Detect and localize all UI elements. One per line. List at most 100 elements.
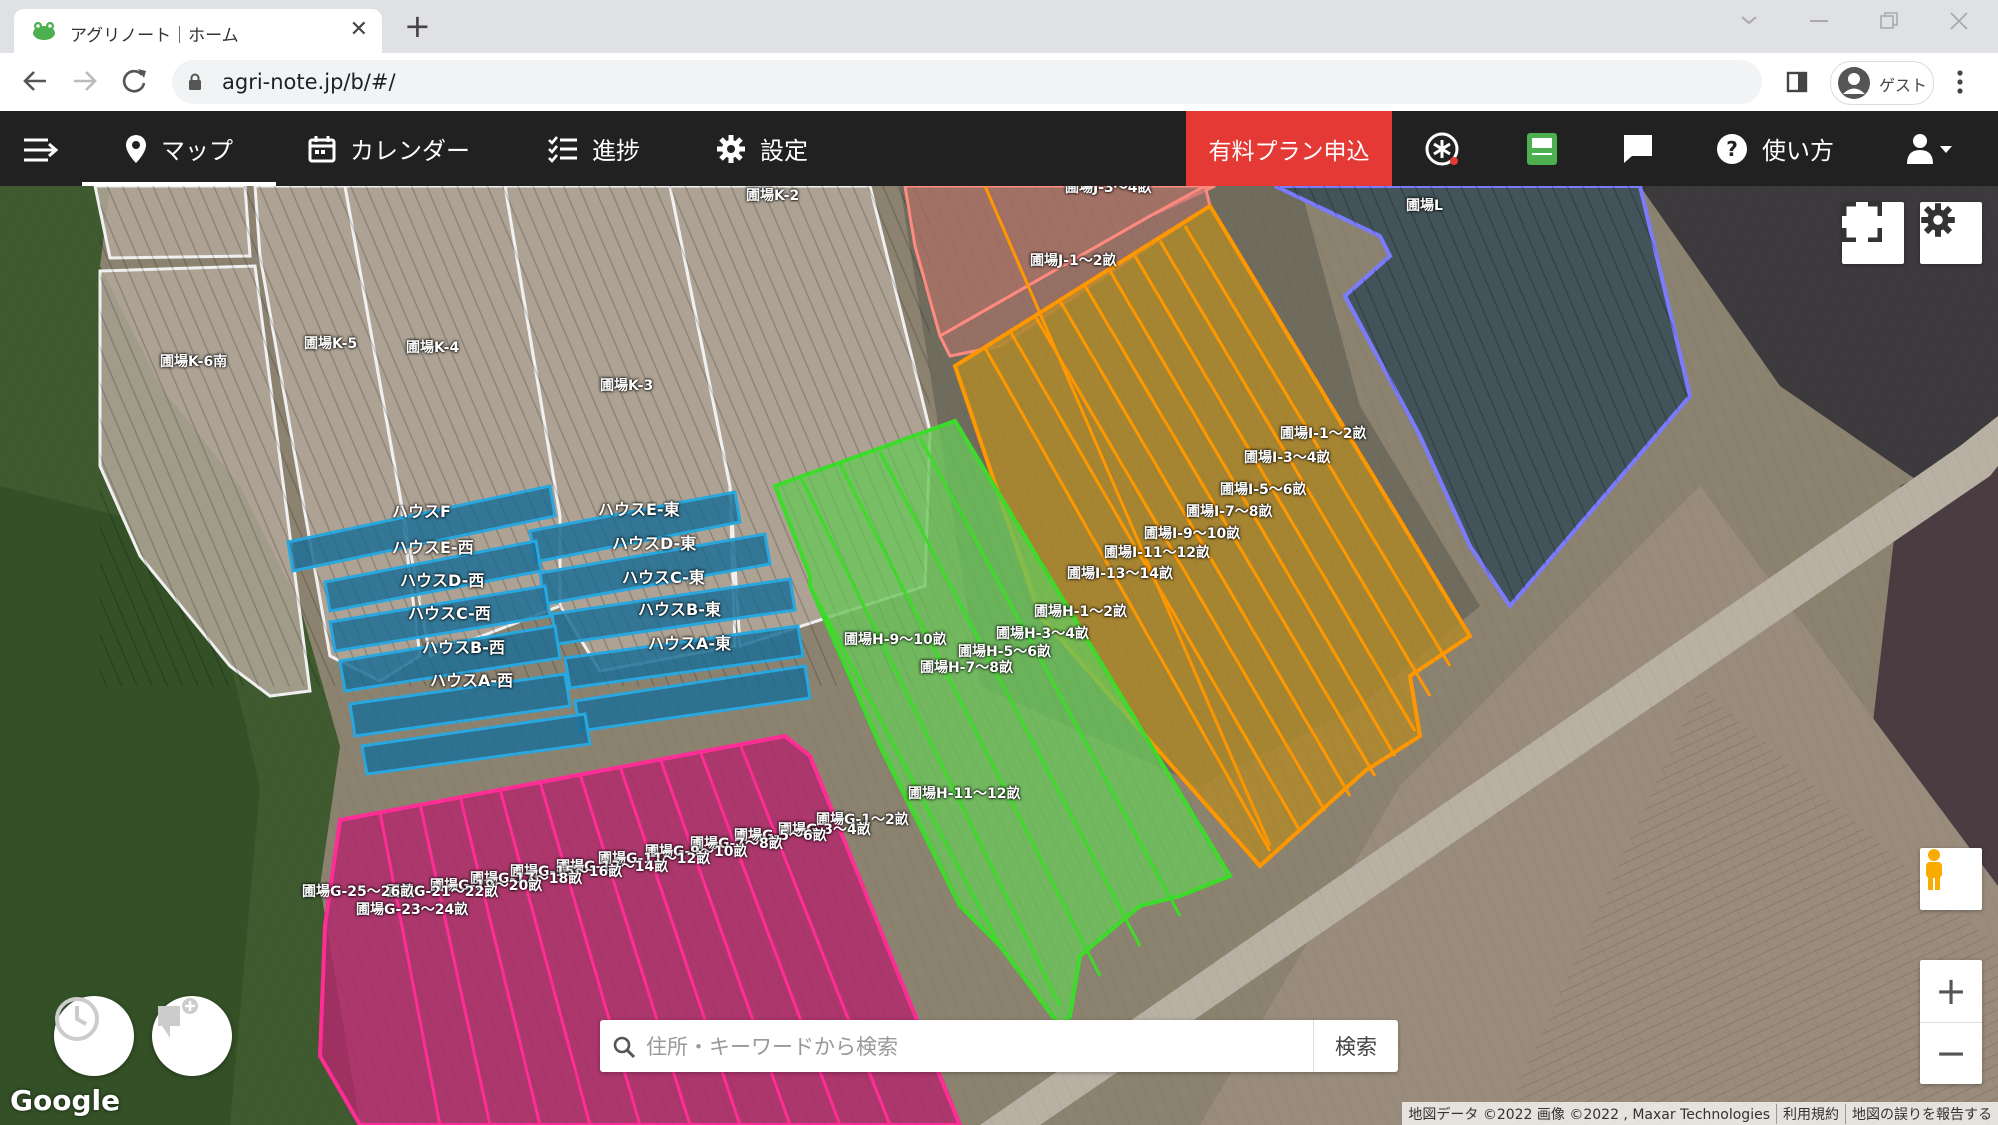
restore-icon[interactable] [1880, 12, 1898, 30]
nav-settings[interactable]: 設定 [716, 111, 808, 186]
forward-icon[interactable] [72, 69, 98, 93]
field-label: 圃場H-11〜12畝 [908, 786, 1021, 802]
map-search-box: 検索 [600, 1020, 1398, 1074]
field-label: 圃場H-5〜6畝 [958, 644, 1052, 660]
report-error-link[interactable]: 地図の誤りを報告する [1846, 1104, 1998, 1124]
nav-diary-button[interactable] [1524, 111, 1560, 186]
nav-progress[interactable]: 進捗 [548, 111, 640, 186]
field-label: ハウスD-東 [612, 534, 697, 553]
map-pin-icon [126, 134, 146, 163]
profile-label: ゲスト [1879, 76, 1928, 95]
terms-link[interactable]: 利用規約 [1777, 1103, 1846, 1124]
field-label: 圃場I-7〜8畝 [1186, 504, 1273, 520]
zoom-in-button[interactable]: + [1920, 960, 1982, 1023]
nav-chat-button[interactable] [1622, 111, 1654, 186]
field-label: 圃場I-3〜4畝 [1244, 450, 1331, 466]
field-label: 圃場K-5 [304, 336, 358, 352]
side-panel-icon[interactable] [1786, 71, 1808, 93]
field-label: ハウスD-西 [400, 571, 485, 590]
field-label: 圃場I-9〜10畝 [1144, 526, 1241, 542]
field-label: 圃場K-3 [600, 378, 654, 394]
field-label: 圃場H-1〜2畝 [1034, 604, 1128, 620]
add-field-icon [158, 998, 198, 1038]
field-label: 圃場J-3〜4畝 [1065, 186, 1152, 196]
tab-search-icon[interactable] [1740, 14, 1758, 26]
field-label: 圃場K-4 [406, 340, 460, 356]
field-label: ハウスB-西 [422, 638, 505, 657]
profile-button[interactable]: ゲスト [1830, 61, 1934, 105]
checklist-icon [548, 135, 577, 163]
nav-map[interactable]: マップ [82, 111, 276, 186]
map-search-input[interactable] [644, 1020, 1313, 1074]
app-navbar: マップ カレンダー 進捗 設定 有料プラン申込 ? 使い方 [0, 111, 1998, 186]
field-label: 圃場H-7〜8畝 [920, 660, 1014, 676]
browser-tab[interactable]: アグリノート｜ホーム ✕ [14, 9, 382, 53]
field-label: 圃場I-5〜6畝 [1220, 482, 1307, 498]
address-bar[interactable]: agri-note.jp/b/#/ [172, 60, 1762, 104]
field-label: ハウスE-西 [392, 538, 474, 557]
field-label: 圃場I-1〜2畝 [1280, 426, 1367, 442]
tab-title: アグリノート｜ホーム [70, 26, 239, 46]
field-label: ハウスC-西 [408, 604, 491, 623]
field-label: 圃場H-9〜10畝 [844, 632, 947, 648]
add-field-button[interactable] [152, 996, 232, 1076]
calendar-icon [308, 135, 336, 162]
field-label: ハウスA-西 [430, 671, 514, 690]
map-attribution: 地図データ ©2022 画像 ©2022 , Maxar Technologie… [1402, 1102, 1998, 1125]
url-text: agri-note.jp/b/#/ [222, 70, 396, 94]
back-icon[interactable] [22, 69, 48, 93]
map-settings-button[interactable] [1920, 202, 1982, 264]
clock-icon [55, 997, 99, 1041]
attribution-data: 地図データ ©2022 画像 ©2022 , Maxar Technologie… [1402, 1103, 1777, 1124]
new-tab-button[interactable]: + [404, 8, 431, 44]
nav-help-label: 使い方 [1762, 137, 1834, 165]
nav-notice-button[interactable] [1424, 111, 1460, 186]
nav-calendar-label: カレンダー [350, 137, 470, 165]
paid-plan-button[interactable]: 有料プラン申込 [1186, 111, 1392, 186]
menu-icon[interactable] [24, 137, 58, 163]
field-label: ハウスE-東 [598, 500, 680, 519]
field-label: ハウスC-東 [622, 568, 705, 587]
street-view-button[interactable] [1920, 848, 1982, 910]
gear-icon [717, 134, 745, 163]
history-button[interactable] [54, 996, 134, 1076]
google-logo: Google [10, 1084, 121, 1117]
field-label: 圃場J-1〜2畝 [1030, 253, 1117, 269]
reload-icon[interactable] [120, 67, 148, 95]
nav-help[interactable]: ? 使い方 [1716, 111, 1834, 186]
browser-menu-icon[interactable] [1956, 69, 1964, 95]
user-menu-button[interactable] [1906, 111, 1958, 186]
green-book-icon [1527, 132, 1557, 165]
field-label: 圃場K-6南 [160, 354, 228, 370]
nav-calendar[interactable]: カレンダー [308, 111, 470, 186]
tab-close-icon[interactable]: ✕ [350, 17, 368, 43]
frog-favicon-icon [33, 22, 55, 40]
close-window-icon[interactable] [1950, 12, 1968, 30]
profile-avatar-icon [1838, 67, 1870, 99]
map-area[interactable]: 圃場K-2 圃場J-3〜4畝 圃場J-1〜2畝 圃場L 圃場K-6南 圃場K-5… [0, 186, 1998, 1125]
field-label: 圃場G-25〜26畝 [302, 884, 415, 900]
field-label: 圃場I-11〜12畝 [1104, 545, 1210, 561]
nav-progress-label: 進捗 [592, 137, 640, 165]
nav-map-label: マップ [161, 137, 233, 165]
fullscreen-icon [1842, 202, 1882, 242]
field-label: 圃場I-13〜14畝 [1067, 566, 1173, 582]
field-label: 圃場G-23〜24畝 [356, 902, 469, 918]
zoom-out-button[interactable]: − [1920, 1023, 1982, 1085]
map-search-button[interactable]: 検索 [1313, 1020, 1398, 1072]
help-icon: ? [1717, 133, 1747, 164]
field-label: 圃場K-2 [746, 188, 800, 204]
svg-text:?: ? [1726, 137, 1738, 161]
pegman-icon [1926, 849, 1942, 890]
search-icon [613, 1036, 636, 1059]
asterisk-badge-icon [1425, 132, 1459, 165]
field-label: ハウスB-東 [638, 600, 721, 619]
fullscreen-button[interactable] [1842, 202, 1904, 264]
field-label: 圃場L [1406, 198, 1443, 214]
minimize-icon[interactable] [1810, 20, 1828, 24]
field-label: ハウスF [392, 502, 451, 521]
field-label: ハウスA-東 [648, 634, 732, 653]
zoom-control: + − [1920, 960, 1982, 1084]
field-label: 圃場H-3〜4畝 [996, 626, 1090, 642]
gear-icon [1921, 203, 1955, 237]
